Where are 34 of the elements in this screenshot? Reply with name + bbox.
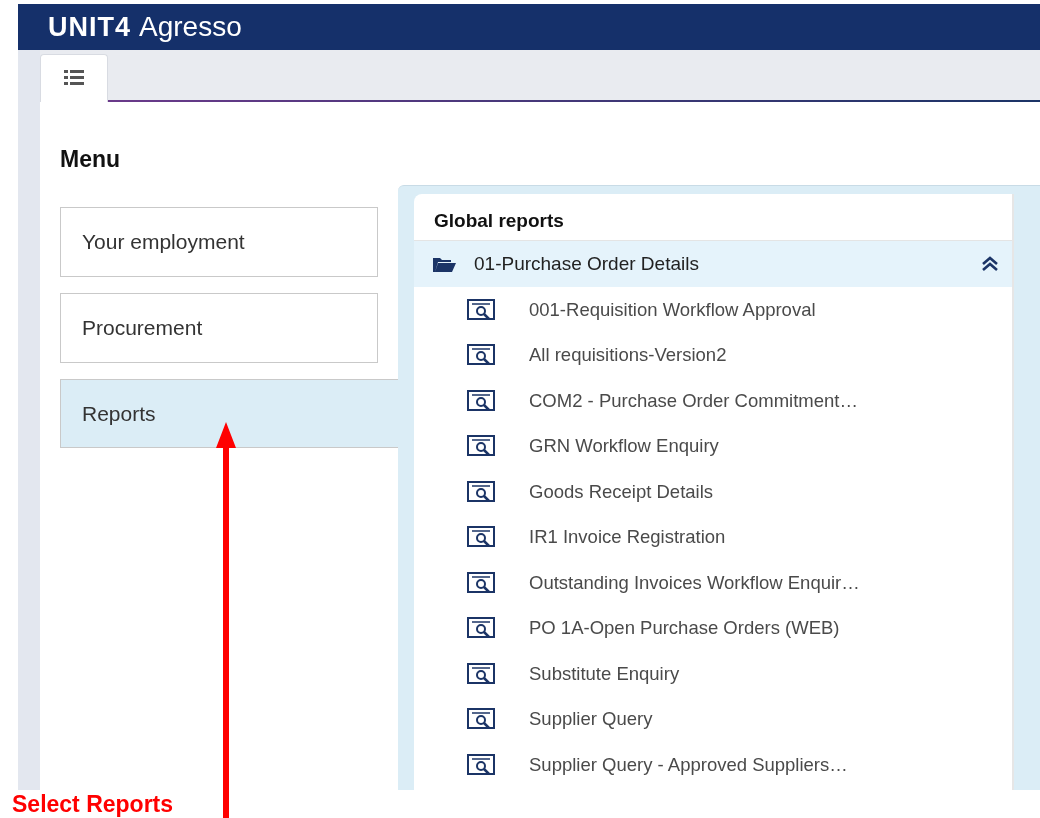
report-link[interactable]: Goods Receipt Details <box>529 480 714 503</box>
report-icon <box>467 480 495 503</box>
folder-row[interactable]: 01-Purchase Order Details <box>414 241 1012 287</box>
report-link[interactable]: Supplier Query - Approved Suppliers… <box>529 753 848 776</box>
report-icon <box>467 435 495 458</box>
report-icon <box>467 617 495 640</box>
menu-item[interactable]: Your employment <box>60 207 378 277</box>
folder-label: 01-Purchase Order Details <box>474 253 700 275</box>
report-link[interactable]: Outstanding Invoices Workflow Enquir… <box>529 571 860 594</box>
report-link[interactable]: 001-Requisition Workflow Approval <box>529 298 816 321</box>
menu-icon <box>64 69 84 86</box>
report-icon <box>467 389 495 412</box>
report-link[interactable]: PO 1A-Open Purchase Orders (WEB) <box>529 617 840 640</box>
menu-item[interactable]: Reports <box>60 379 398 448</box>
report-icon <box>467 708 495 731</box>
report-icon <box>467 526 495 549</box>
report-icon <box>467 344 495 367</box>
report-link[interactable]: Supplier Query <box>529 708 653 731</box>
folder-icon <box>433 256 456 272</box>
logo: UNIT4 Agresso <box>48 11 242 43</box>
report-link[interactable]: GRN Workflow Enquiry <box>529 435 719 458</box>
report-link[interactable]: IR1 Invoice Registration <box>529 526 726 549</box>
report-icon <box>467 298 495 321</box>
annotation-label: Select Reports <box>12 791 174 818</box>
report-icon <box>467 662 495 685</box>
report-link[interactable]: Substitute Enquiry <box>529 662 680 685</box>
report-icon <box>467 571 495 594</box>
collapse-icon <box>982 256 998 272</box>
report-link[interactable]: COM2 - Purchase Order Commitment… <box>529 389 858 412</box>
menu-heading: Menu <box>60 146 121 173</box>
report-icon <box>467 753 495 776</box>
menu-tab[interactable] <box>40 54 108 102</box>
menu-item[interactable]: Procurement <box>60 293 378 363</box>
report-link[interactable]: All requisitions-Version2 <box>529 344 727 367</box>
